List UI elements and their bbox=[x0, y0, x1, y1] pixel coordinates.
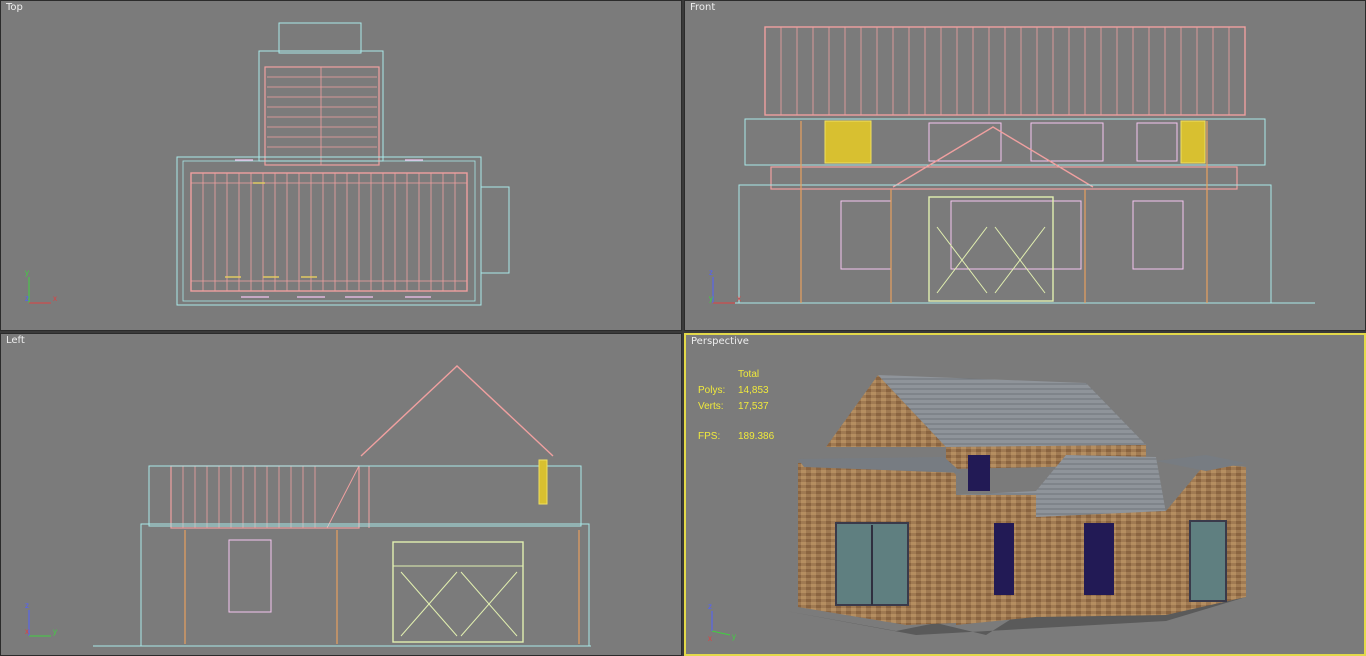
axis-label-left-1: z bbox=[25, 601, 29, 610]
verts-label: Verts: bbox=[698, 401, 724, 412]
axis-label-perspective-2: x bbox=[708, 634, 712, 643]
viewport-left[interactable]: Left z x y bbox=[0, 333, 682, 656]
axis-gizmo-perspective: z x y bbox=[708, 602, 736, 643]
viewport-label-top[interactable]: Top bbox=[6, 2, 23, 13]
axis-gizmo-top: y z x bbox=[25, 268, 57, 304]
axis-label-perspective-1: z bbox=[708, 602, 712, 611]
viewport-label-perspective[interactable]: Perspective bbox=[691, 336, 749, 347]
verts-value: 17,537 bbox=[738, 401, 769, 412]
viewport-label-front[interactable]: Front bbox=[690, 2, 715, 13]
axis-label-left-2: x bbox=[25, 627, 29, 636]
axis-label-front-2: y bbox=[709, 294, 713, 303]
axis-gizmo-front: z y x bbox=[709, 268, 741, 304]
fps-label: FPS: bbox=[698, 431, 721, 442]
viewport-front[interactable]: Front z y x bbox=[684, 0, 1366, 331]
stats-overlay: Total Polys: 14,853 Verts: 17,537 FPS: 189.… bbox=[698, 367, 774, 445]
axis-label-front-1: z bbox=[709, 268, 713, 277]
viewport-perspective[interactable]: Perspective Total Polys: 14,853 Verts: 17,… bbox=[684, 333, 1366, 656]
axis-label-top-2: z bbox=[25, 294, 29, 303]
fps-value: 189.386 bbox=[738, 431, 775, 442]
axis-label-top-3: x bbox=[53, 294, 57, 303]
viewport-label-left[interactable]: Left bbox=[6, 335, 25, 346]
polys-value: 14,853 bbox=[738, 385, 769, 396]
axis-gizmo-left: z x y bbox=[25, 601, 57, 637]
axis-label-left-3: y bbox=[53, 627, 57, 636]
polys-label: Polys: bbox=[698, 385, 726, 396]
axis-label-front-3: x bbox=[737, 294, 741, 303]
axis-label-perspective-3: y bbox=[732, 632, 736, 641]
viewport-top[interactable]: Top y z x bbox=[0, 0, 682, 331]
stats-header: Total bbox=[738, 369, 760, 380]
axis-label-top-1: y bbox=[25, 268, 29, 277]
